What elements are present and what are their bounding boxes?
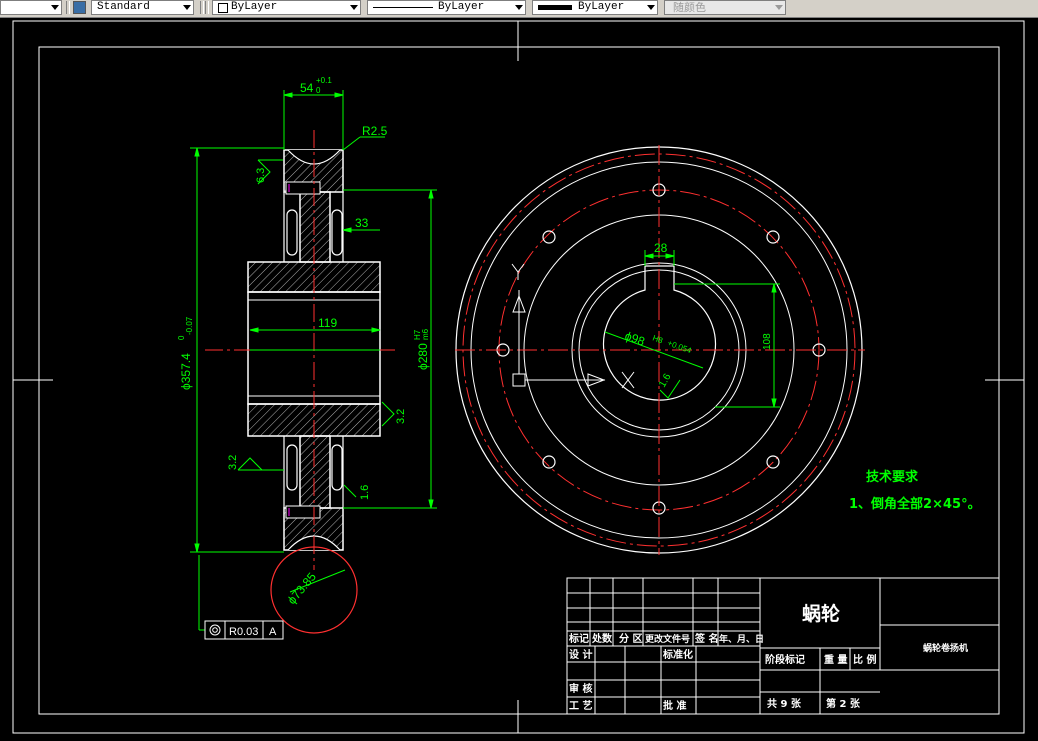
runout-symbol-icon	[209, 624, 221, 636]
front-view-dimensions	[604, 250, 780, 408]
chevron-down-icon	[51, 5, 59, 10]
title-block-text: 蜗轮 蜗轮卷扬机 标记 处数 分 区 更改文件号 签 名 年、月、日 设 计 标…	[568, 602, 968, 712]
dim-33: 33	[355, 216, 369, 230]
outer-sheet-border	[12, 20, 1025, 734]
dim-28: 28	[654, 241, 668, 255]
text-style-value: Standard	[97, 1, 150, 13]
header-date: 年、月、日	[719, 633, 764, 645]
label-stage: 阶段标记	[765, 653, 805, 666]
label-review: 审 核	[569, 682, 592, 695]
chevron-down-icon	[775, 5, 783, 10]
dim-dia-357-tol2: -0.07	[185, 316, 194, 335]
dim-54: 54	[300, 81, 314, 95]
lineweight-dropdown[interactable]: ByLayer	[532, 0, 658, 15]
worm-wheel-section-view[interactable]	[205, 130, 395, 634]
text-style-icon[interactable]	[73, 1, 86, 14]
web-top	[299, 191, 331, 263]
layer-dropdown[interactable]: ByLayer	[212, 0, 361, 15]
web-bottom	[299, 435, 331, 509]
header-doc: 更改文件号	[645, 633, 690, 645]
centering-marks	[13, 21, 1024, 733]
chevron-down-icon	[350, 5, 358, 10]
dim-54-tol-lower: 0	[316, 86, 321, 95]
properties-toolbar: Standard ByLayer ByLayer ByLayer 随颜色	[0, 0, 1038, 18]
linetype-value: ByLayer	[438, 1, 485, 13]
label-scale: 比 例	[853, 653, 876, 666]
dim-119: 119	[318, 316, 337, 330]
label-sheets-total: 共 9 张	[767, 697, 802, 710]
header-sign: 签 名	[694, 632, 718, 645]
dim-dia-280-tol2: m6	[421, 328, 430, 340]
dim-dia-280: ϕ280	[416, 343, 430, 370]
chevron-down-icon	[183, 5, 191, 10]
dim-dia-98-tol: H8	[651, 333, 664, 345]
rough-16a: 1.6	[359, 485, 371, 500]
lineweight-value: ByLayer	[578, 1, 625, 13]
rough-32a: 3.2	[227, 455, 239, 470]
linetype-dropdown[interactable]: ByLayer	[367, 0, 526, 15]
layer-value: ByLayer	[231, 1, 278, 13]
lineweight-preview-icon	[538, 5, 572, 10]
dim-dia-357: ϕ357.4	[179, 353, 193, 390]
tol-value: R0.03	[229, 626, 258, 638]
toolbar-separator	[200, 1, 204, 14]
linetype-preview-icon	[373, 7, 433, 8]
tol-datum: A	[269, 626, 277, 638]
bolt-holes	[496, 183, 826, 515]
plot-style-value: 随颜色	[673, 1, 706, 14]
text-style-dropdown-left[interactable]	[0, 0, 62, 15]
label-sheet-num: 第 2 张	[826, 697, 861, 710]
technical-requirements: 技术要求 1、倒角全部2×45°。	[849, 469, 981, 512]
dim-dia-7385: ϕ73.85	[285, 570, 320, 607]
dim-54-tol-upper: +0.1	[316, 76, 332, 85]
dim-r25: R2.5	[362, 124, 388, 138]
worm-wheel-front-view[interactable]	[455, 145, 865, 555]
label-design: 设 计	[569, 648, 592, 661]
text-style-dropdown[interactable]: Standard	[91, 0, 194, 15]
label-process: 工 艺	[569, 699, 592, 712]
drawing-canvas[interactable]: 54 +0.1 0 R2.5 6.3 33 119 ϕ357.4 0 -0.07…	[0, 18, 1038, 741]
label-standardize: 标准化	[662, 648, 693, 661]
header-mark: 标记	[568, 632, 589, 645]
part-name: 蜗轮	[802, 602, 840, 625]
notes-line1: 1、倒角全部2×45°。	[849, 496, 981, 512]
dim-108: 108	[762, 333, 773, 350]
chevron-down-icon	[515, 5, 523, 10]
dim-dia-98-tol2: +0.054	[666, 338, 693, 355]
chevron-down-icon	[647, 5, 655, 10]
toolbar-separator	[205, 1, 209, 14]
rough-16b: 1.6	[657, 372, 674, 390]
label-approve: 批 准	[663, 699, 686, 712]
header-zone: 分 区	[619, 632, 642, 645]
notes-title: 技术要求	[866, 469, 919, 485]
company-name: 蜗轮卷扬机	[923, 642, 968, 654]
rough-32b: 3.2	[395, 409, 407, 424]
color-swatch-icon	[218, 3, 228, 13]
geometric-tolerance-frame: R0.03 A	[204, 620, 284, 640]
plot-style-dropdown[interactable]: 随颜色	[664, 0, 786, 15]
toolbar-separator	[66, 1, 70, 14]
rough-63: 6.3	[255, 168, 267, 183]
header-count: 处数	[591, 632, 613, 645]
label-weight: 重 量	[824, 653, 847, 666]
